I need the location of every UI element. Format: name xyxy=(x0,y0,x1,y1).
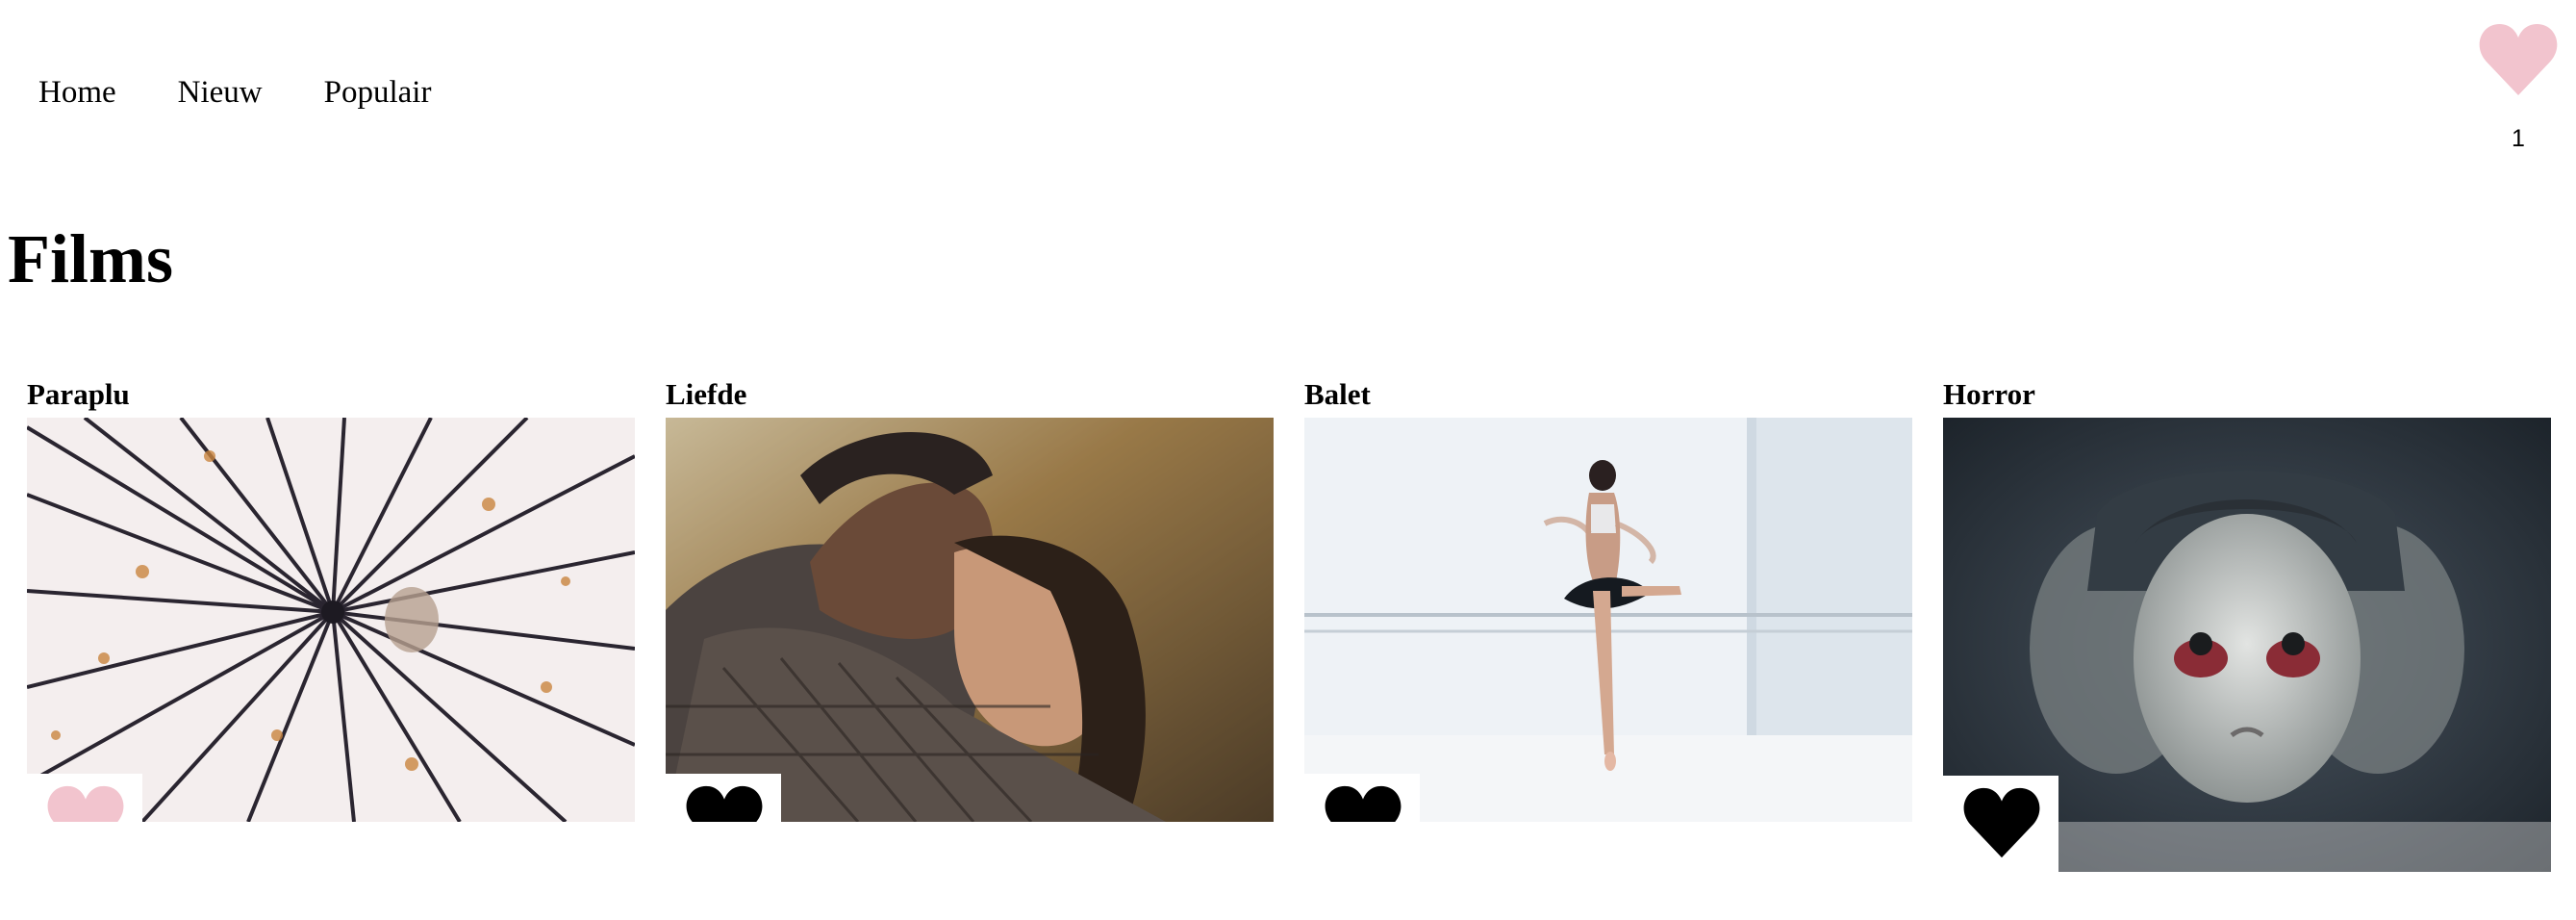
favorite-button[interactable] xyxy=(1304,774,1420,822)
heart-icon xyxy=(686,785,763,822)
film-thumbnail xyxy=(1304,418,1912,822)
film-thumbnail xyxy=(666,418,1274,822)
favorite-button[interactable] xyxy=(27,774,142,822)
umbrella-photo xyxy=(27,418,635,822)
film-card: Liefde xyxy=(666,375,1274,822)
film-thumbnail xyxy=(27,418,635,822)
film-card: Horror xyxy=(1943,375,2551,872)
favorites-count: 1 xyxy=(2512,125,2525,152)
heart-icon xyxy=(1963,787,2040,858)
favorite-button[interactable] xyxy=(666,774,781,822)
film-title: Horror xyxy=(1943,377,2035,411)
film-title: Paraplu xyxy=(27,377,130,411)
nav-nieuw[interactable]: Nieuw xyxy=(178,75,263,111)
favorites-counter[interactable]: 1 xyxy=(2476,17,2561,153)
film-card: Paraplu xyxy=(27,375,635,822)
favorite-button[interactable] xyxy=(1943,776,2058,872)
nav-home[interactable]: Home xyxy=(38,75,116,111)
film-thumbnail xyxy=(1943,418,2551,872)
film-title: Liefde xyxy=(666,377,747,411)
film-card: Balet xyxy=(1304,375,1912,822)
film-title: Balet xyxy=(1304,377,1371,411)
heart-icon xyxy=(47,785,124,822)
main-nav: Home Nieuw Populair xyxy=(38,75,492,111)
heart-icon xyxy=(1325,785,1402,822)
page-title: Films xyxy=(8,220,173,297)
nav-populair[interactable]: Populair xyxy=(324,75,432,111)
ballet-photo xyxy=(1304,418,1912,822)
heart-icon xyxy=(2479,24,2558,95)
couple-photo xyxy=(666,418,1274,822)
